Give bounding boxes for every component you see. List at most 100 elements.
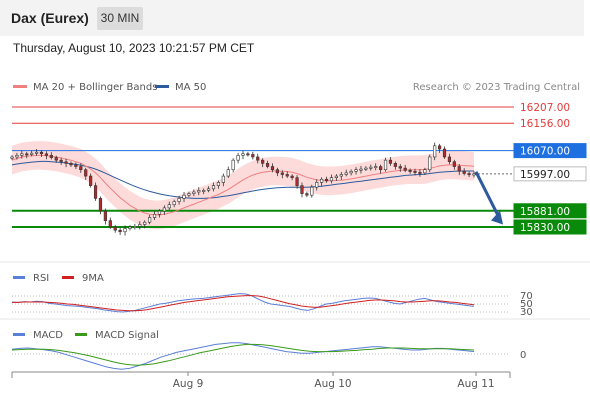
candle bbox=[359, 168, 363, 171]
candle bbox=[265, 163, 270, 167]
candle bbox=[305, 193, 309, 196]
ma20-legend-label: MA 20 + Bollinger Bands bbox=[33, 82, 157, 93]
candle bbox=[30, 152, 34, 155]
candle bbox=[44, 153, 49, 156]
candle bbox=[295, 177, 299, 186]
macd-signal-legend-swatch bbox=[75, 333, 87, 336]
candle bbox=[285, 174, 289, 177]
candle bbox=[15, 155, 19, 158]
x-tick-label: Aug 10 bbox=[314, 378, 351, 390]
candle bbox=[89, 175, 93, 186]
candle bbox=[315, 182, 319, 188]
candle bbox=[334, 175, 338, 178]
ma50-legend-label: MA 50 bbox=[175, 82, 206, 93]
candle bbox=[383, 159, 388, 171]
credit-label: Research © 2023 Trading Central bbox=[413, 82, 580, 93]
candle bbox=[241, 153, 245, 156]
candle bbox=[148, 217, 152, 223]
candle bbox=[157, 210, 162, 215]
candle bbox=[452, 161, 456, 167]
candle bbox=[472, 173, 476, 176]
main-price-panel: 16207.00 16156.00 16070.00 15997.00 15881.00… bbox=[10, 102, 587, 236]
candle bbox=[310, 186, 314, 196]
candle bbox=[34, 151, 39, 154]
rsi-legend-label: RSI bbox=[33, 273, 49, 284]
candle bbox=[339, 174, 343, 177]
candle bbox=[467, 173, 471, 176]
candle bbox=[192, 191, 196, 194]
candle bbox=[275, 169, 280, 174]
candle bbox=[447, 156, 452, 163]
macd-line bbox=[11, 342, 475, 370]
candle bbox=[182, 194, 186, 199]
rsi-panel: 705030 bbox=[11, 291, 533, 318]
candle bbox=[226, 169, 230, 177]
candle bbox=[59, 159, 63, 163]
candle bbox=[211, 185, 216, 190]
candle bbox=[369, 166, 373, 169]
x-tick-label: Aug 11 bbox=[457, 378, 494, 390]
candle bbox=[354, 169, 358, 172]
x-axis: Aug 9 Aug 10 Aug 11 bbox=[11, 371, 511, 390]
candle bbox=[398, 166, 402, 169]
candle bbox=[93, 185, 98, 199]
candle bbox=[133, 226, 137, 228]
candle bbox=[344, 172, 348, 175]
candle bbox=[442, 148, 447, 158]
candle bbox=[320, 178, 324, 183]
pivot-label: 16070.00 bbox=[520, 146, 570, 158]
candle bbox=[403, 167, 407, 171]
candle bbox=[251, 154, 255, 158]
candle bbox=[413, 170, 417, 173]
candle bbox=[408, 170, 412, 172]
candle bbox=[49, 155, 53, 158]
support-label: 15830.00 bbox=[520, 222, 570, 234]
candle bbox=[457, 166, 461, 172]
candle bbox=[79, 166, 83, 171]
candle bbox=[374, 166, 378, 169]
macd-legend-swatch bbox=[13, 333, 25, 336]
macd-tick-label: 0 bbox=[520, 350, 526, 361]
last-label: 15997.00 bbox=[520, 169, 570, 181]
candle bbox=[300, 185, 304, 194]
candle bbox=[206, 188, 211, 191]
candle bbox=[10, 156, 14, 159]
resistance-label: 16207.00 bbox=[520, 102, 570, 114]
candle bbox=[84, 169, 88, 177]
candle bbox=[172, 201, 176, 206]
candle bbox=[349, 170, 353, 174]
candle bbox=[64, 161, 68, 164]
macd-signal-legend-label: MACD Signal bbox=[95, 330, 159, 341]
resistance-label: 16156.00 bbox=[520, 118, 570, 130]
candle bbox=[103, 210, 107, 221]
candle bbox=[388, 159, 393, 164]
ma20-legend-swatch bbox=[13, 85, 27, 88]
x-tick-label: Aug 9 bbox=[173, 378, 204, 390]
candle bbox=[236, 155, 240, 161]
candle bbox=[261, 159, 265, 164]
ma50-legend-swatch bbox=[155, 85, 169, 88]
candle bbox=[20, 153, 24, 156]
macd-legend-label: MACD bbox=[33, 330, 63, 341]
candle bbox=[197, 190, 201, 193]
candle bbox=[108, 220, 112, 228]
candle bbox=[437, 145, 442, 150]
candle bbox=[177, 198, 181, 202]
price-chart: MA 20 + Bollinger Bands MA 50 Research ©… bbox=[0, 82, 590, 390]
candle bbox=[231, 159, 235, 171]
candle bbox=[187, 193, 191, 196]
rsi-ma-legend-swatch bbox=[62, 276, 74, 279]
rsi-ma-legend-label: 9MA bbox=[82, 273, 104, 284]
candle bbox=[118, 229, 122, 233]
candle bbox=[418, 171, 422, 174]
candle bbox=[138, 224, 142, 227]
candle bbox=[256, 156, 260, 161]
macd-signal-line bbox=[11, 343, 475, 366]
candle bbox=[280, 172, 284, 175]
candle bbox=[393, 163, 397, 167]
candle bbox=[98, 198, 103, 212]
candle bbox=[123, 228, 127, 233]
candle bbox=[152, 213, 157, 218]
candle bbox=[162, 207, 166, 212]
candle bbox=[216, 182, 221, 186]
